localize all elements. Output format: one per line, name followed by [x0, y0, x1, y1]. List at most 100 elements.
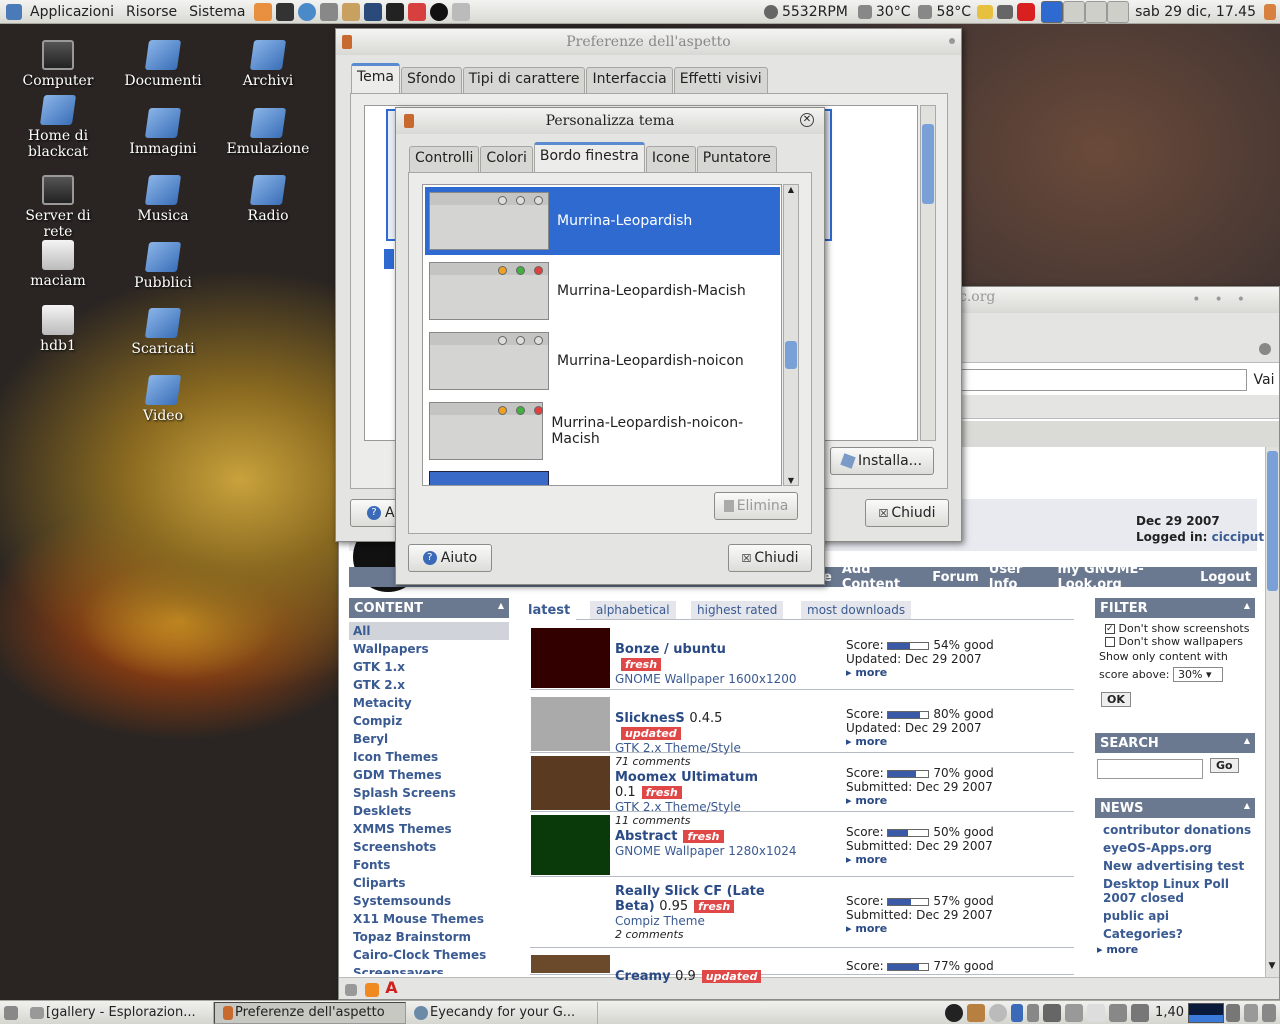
- terminal-icon[interactable]: [275, 2, 294, 21]
- adblock-icon[interactable]: A: [385, 978, 397, 997]
- item-comments[interactable]: 2 comments: [615, 928, 755, 941]
- category-link[interactable]: XMMS Themes: [349, 820, 509, 838]
- tab-puntatore[interactable]: Puntatore: [696, 146, 777, 172]
- score-select[interactable]: 30% ▾: [1173, 667, 1223, 682]
- appearance-help-button[interactable]: ? A: [350, 499, 400, 527]
- appearance-close-dot-icon[interactable]: [949, 38, 955, 44]
- theme-row[interactable]: Murrina-Leopardish-noicon-Macish: [425, 397, 780, 465]
- tray-notes-icon[interactable]: [1087, 1003, 1106, 1022]
- news-link[interactable]: public api: [1103, 907, 1255, 925]
- tray-printer-icon[interactable]: [1065, 1003, 1084, 1022]
- desktop-icon[interactable]: hdb1: [10, 305, 106, 354]
- desktop-icon[interactable]: Server di rete: [10, 175, 106, 240]
- category-link[interactable]: Systemsounds: [349, 892, 509, 910]
- border-scroll-thumb[interactable]: [785, 341, 797, 369]
- url-bar[interactable]: [959, 369, 1247, 391]
- launcher-icon[interactable]: [253, 2, 272, 21]
- item-title[interactable]: Abstract: [615, 829, 677, 844]
- theme-row[interactable]: Murrina-Leopardish-Macish: [425, 257, 780, 325]
- border-list-scrollbar[interactable]: ▲ ▼: [783, 184, 799, 486]
- trash-tray-icon[interactable]: [1262, 1003, 1276, 1022]
- gl-user-link[interactable]: cicciput: [1212, 530, 1264, 544]
- border-scroll-up[interactable]: ▲: [784, 185, 798, 194]
- dialog-close-icon[interactable]: ✕: [800, 113, 814, 127]
- item-thumbnail[interactable]: [531, 697, 610, 751]
- clock[interactable]: sab 29 dic, 17.45: [1129, 4, 1262, 20]
- folder-icon[interactable]: [977, 4, 994, 19]
- theme-list-scrollbar[interactable]: [920, 105, 936, 441]
- category-link[interactable]: Compiz: [349, 712, 509, 730]
- appearance-titlebar[interactable]: Preferenze dell'aspetto: [336, 29, 961, 55]
- tab-icone[interactable]: Icone: [645, 146, 696, 172]
- category-link[interactable]: Screenshots: [349, 838, 509, 856]
- desktop-icon[interactable]: Scaricati: [115, 308, 211, 357]
- filter-opt-screens[interactable]: ✓ Don't show screenshots: [1095, 618, 1255, 635]
- item-category[interactable]: Compiz Theme: [615, 914, 755, 928]
- gl-nav-forum[interactable]: Forum: [932, 570, 979, 585]
- checkbox-walls[interactable]: [1105, 637, 1115, 647]
- workspace-1[interactable]: [1041, 0, 1064, 23]
- item-title[interactable]: Creamy: [615, 969, 671, 984]
- more-link[interactable]: ▸ more: [846, 735, 994, 749]
- item-category[interactable]: GNOME Wallpaper 1600x1200: [615, 672, 797, 686]
- gl-nav-logout[interactable]: Logout: [1200, 570, 1251, 585]
- shutdown-icon[interactable]: [1264, 3, 1276, 20]
- category-link[interactable]: Cairo-Clock Themes: [349, 946, 509, 964]
- game-icon[interactable]: [407, 2, 426, 21]
- theme-row[interactable]: Murrina-Leopardish: [425, 187, 780, 255]
- item-thumbnail[interactable]: [531, 955, 610, 973]
- news-collapse-icon[interactable]: ▲: [1244, 801, 1250, 815]
- item-thumbnail[interactable]: [531, 756, 610, 810]
- customize-help-button[interactable]: ? Aiuto: [408, 544, 492, 572]
- category-link[interactable]: Wallpapers: [349, 640, 509, 658]
- show-desktop-icon[interactable]: [4, 1005, 18, 1020]
- category-link[interactable]: Beryl: [349, 730, 509, 748]
- category-link[interactable]: Cliparts: [349, 874, 509, 892]
- category-link[interactable]: X11 Mouse Themes: [349, 910, 509, 928]
- category-link[interactable]: GTK 2.x: [349, 676, 509, 694]
- tools-icon[interactable]: [319, 2, 338, 21]
- tab-tipi-carattere[interactable]: Tipi di carattere: [462, 67, 586, 93]
- menu-risorse[interactable]: Risorse: [120, 4, 183, 20]
- item-title[interactable]: SlicknesS: [615, 711, 685, 726]
- desktop-icon[interactable]: Immagini: [115, 108, 211, 157]
- volume-icon[interactable]: [1226, 1003, 1240, 1022]
- tray-chip-icon[interactable]: [1131, 1003, 1150, 1022]
- tab-bordo-finestra[interactable]: Bordo finestra: [533, 142, 645, 172]
- tab-tema[interactable]: Tema: [351, 63, 401, 93]
- item-thumbnail[interactable]: [531, 628, 610, 688]
- filter-opt-walls[interactable]: Don't show wallpapers: [1095, 635, 1255, 648]
- desktop-icon[interactable]: Documenti: [115, 40, 211, 89]
- news-link[interactable]: eyeOS-Apps.org: [1103, 839, 1255, 857]
- gl-nav-add-content[interactable]: Add Content: [842, 562, 922, 592]
- tab-effetti-visivi[interactable]: Effetti visivi: [673, 67, 768, 93]
- power-icon[interactable]: [1017, 2, 1036, 21]
- window-border-list[interactable]: Murrina-Leopardish Murrina-Leopardish-Mac…: [422, 184, 782, 486]
- workspace-4[interactable]: [1107, 0, 1130, 23]
- appearance-close-button[interactable]: ☒ Chiudi: [865, 499, 949, 527]
- task-gallery[interactable]: [gallery - Esplorazion...: [22, 1001, 214, 1024]
- more-link[interactable]: ▸ more: [846, 666, 994, 680]
- bluetooth-icon[interactable]: [1011, 1003, 1024, 1022]
- search-go-button[interactable]: Go: [1210, 758, 1239, 773]
- workspace-2[interactable]: [1063, 0, 1086, 23]
- browser-window-controls[interactable]: •••: [1192, 292, 1259, 308]
- desktop-icon[interactable]: Computer: [10, 40, 106, 89]
- camera-icon[interactable]: [429, 2, 448, 21]
- category-link[interactable]: Desklets: [349, 802, 509, 820]
- desktop-icon[interactable]: Pubblici: [115, 242, 211, 291]
- item-title[interactable]: Moomex Ultimatum: [615, 770, 758, 785]
- item-title[interactable]: Really Slick CF (Late Beta): [615, 884, 765, 914]
- tray-battery-icon[interactable]: [1109, 1003, 1128, 1022]
- tab-sfondo[interactable]: Sfondo: [401, 67, 462, 93]
- category-link[interactable]: Screensavers: [349, 964, 509, 974]
- filter-collapse-icon[interactable]: ▲: [1244, 601, 1250, 615]
- item-category[interactable]: GTK 2.x Theme/Style: [615, 741, 755, 755]
- item-title[interactable]: Bonze / ubuntu: [615, 642, 726, 657]
- browser-scroll-thumb[interactable]: [1267, 451, 1278, 591]
- install-button[interactable]: Installa...: [830, 447, 934, 475]
- desktop-icon[interactable]: Archivi: [220, 40, 316, 89]
- tab-latest[interactable]: latest: [522, 601, 577, 620]
- more-link[interactable]: ▸ more: [846, 794, 994, 808]
- gl-nav-my-gnome-look[interactable]: my GNOME-Look.org: [1057, 562, 1190, 592]
